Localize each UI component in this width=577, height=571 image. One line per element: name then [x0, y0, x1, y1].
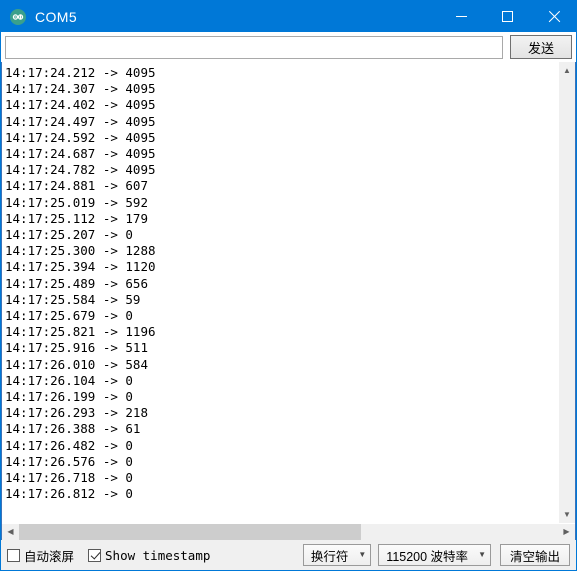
log-line: 14:17:26.718 -> 0 — [5, 470, 133, 486]
log-line: 14:17:25.019 -> 592 — [5, 194, 148, 210]
serial-output-log[interactable]: 14:17:24.212 -> 4095 14:17:24.307 -> 4095… — [2, 62, 558, 523]
show-timestamp-checkbox-box[interactable] — [88, 548, 102, 562]
log-line: 14:17:26.293 -> 218 — [5, 405, 148, 421]
log-line: 14:17:25.679 -> 0 — [5, 308, 133, 324]
log-line: 14:17:25.821 -> 1196 — [5, 324, 156, 340]
log-line: 14:17:24.497 -> 4095 — [5, 113, 156, 129]
log-line: 14:17:26.104 -> 0 — [5, 372, 133, 388]
log-line: 14:17:24.782 -> 4095 — [5, 162, 156, 178]
log-line: 14:17:24.592 -> 4095 — [5, 129, 156, 145]
log-line: 14:17:24.307 -> 4095 — [5, 81, 156, 97]
console-area: 14:17:24.212 -> 4095 14:17:24.307 -> 4095… — [1, 62, 576, 540]
scroll-left-button[interactable]: ◀ — [2, 524, 19, 540]
log-line: 14:17:26.576 -> 0 — [5, 453, 133, 469]
window-controls — [438, 1, 576, 32]
serial-monitor-window: COM5 发送 14:17:24.212 -> 4095 14:17:24.307… — [0, 0, 577, 571]
close-button[interactable] — [530, 1, 576, 32]
title-bar: COM5 — [1, 1, 576, 32]
log-line: 14:17:25.916 -> 511 — [5, 340, 148, 356]
horizontal-scrollbar[interactable]: ◀ ▶ — [2, 523, 575, 540]
scroll-down-button[interactable]: ▼ — [559, 506, 575, 523]
log-line: 14:17:24.881 -> 607 — [5, 178, 148, 194]
log-line: 14:17:25.112 -> 179 — [5, 210, 148, 226]
console-body: 14:17:24.212 -> 4095 14:17:24.307 -> 4095… — [2, 62, 575, 523]
status-bar: 自动滚屏 Show timestamp 换行符 ▼ 115200 波特率 ▼ 清… — [1, 540, 576, 570]
log-line: 14:17:24.402 -> 4095 — [5, 97, 156, 113]
line-ending-value: 换行符 — [310, 549, 349, 564]
send-input[interactable] — [5, 35, 503, 59]
window-title: COM5 — [35, 8, 78, 25]
chevron-down-icon: ▼ — [358, 550, 367, 559]
minimize-icon — [455, 16, 467, 17]
log-line: 14:17:25.300 -> 1288 — [5, 243, 156, 259]
vertical-scroll-track[interactable] — [559, 79, 575, 506]
autoscroll-checkbox[interactable]: 自动滚屏 — [7, 546, 74, 565]
log-line: 14:17:25.489 -> 656 — [5, 275, 148, 291]
log-line: 14:17:26.388 -> 61 — [5, 421, 141, 437]
maximize-icon — [501, 11, 513, 22]
show-timestamp-label: Show timestamp — [105, 547, 211, 563]
log-line: 14:17:26.482 -> 0 — [5, 437, 133, 453]
baud-rate-select[interactable]: 115200 波特率 ▼ — [378, 544, 491, 566]
send-row: 发送 — [1, 32, 576, 62]
line-ending-select[interactable]: 换行符 ▼ — [302, 544, 372, 566]
log-line: 14:17:24.687 -> 4095 — [5, 146, 156, 162]
maximize-button[interactable] — [484, 1, 530, 32]
show-timestamp-checkbox[interactable]: Show timestamp — [88, 548, 210, 563]
baud-rate-value: 115200 波特率 — [386, 549, 469, 564]
log-line: 14:17:26.199 -> 0 — [5, 389, 133, 405]
autoscroll-label: 自动滚屏 — [24, 548, 75, 564]
scroll-right-button[interactable]: ▶ — [558, 524, 575, 540]
log-line: 14:17:25.394 -> 1120 — [5, 259, 156, 275]
log-line: 14:17:25.207 -> 0 — [5, 227, 133, 243]
log-line: 14:17:26.010 -> 584 — [5, 356, 148, 372]
log-line: 14:17:26.812 -> 0 — [5, 486, 133, 502]
chevron-down-icon: ▼ — [478, 550, 486, 559]
clear-output-button[interactable]: 清空输出 — [499, 544, 570, 566]
send-button[interactable]: 发送 — [510, 35, 572, 59]
log-line: 14:17:24.212 -> 4095 — [5, 65, 156, 80]
horizontal-scroll-thumb[interactable] — [19, 524, 361, 540]
log-line: 14:17:25.584 -> 59 — [5, 291, 141, 307]
horizontal-scroll-track[interactable] — [19, 524, 558, 540]
minimize-button[interactable] — [438, 1, 484, 32]
close-icon — [547, 10, 560, 23]
arduino-infinity-icon — [10, 8, 26, 25]
scroll-up-button[interactable]: ▲ — [559, 62, 575, 79]
autoscroll-checkbox-box[interactable] — [7, 548, 20, 562]
vertical-scrollbar[interactable]: ▲ ▼ — [558, 62, 575, 523]
